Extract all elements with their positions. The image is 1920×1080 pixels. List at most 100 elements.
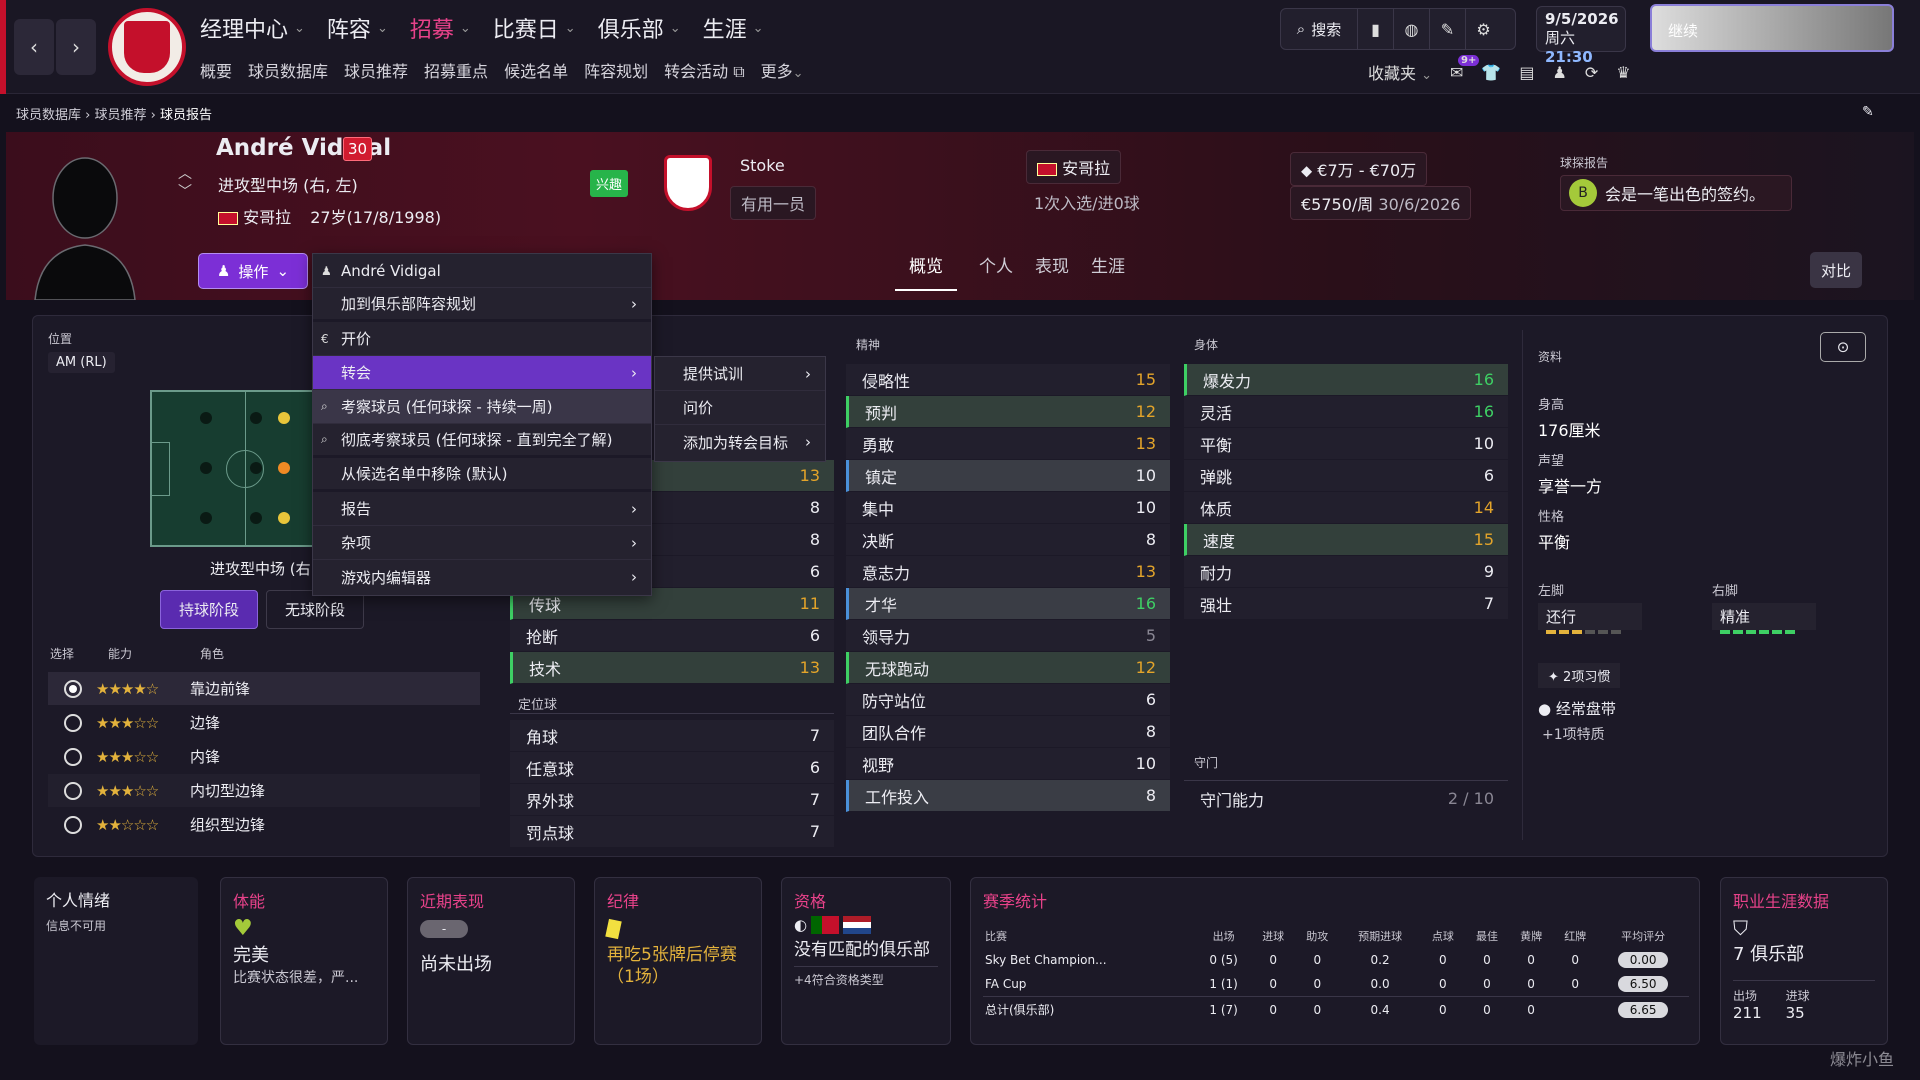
attribute-row[interactable]: 弹跳 6 [1184,460,1508,492]
table-row[interactable]: Sky Bet Champion... 0 (5) 0 0 0.2 0 0 0 0 0.00 [983,948,1689,972]
menu-item-editor[interactable]: 游戏内编辑器 › [313,560,651,594]
tab-overview[interactable]: 概览 [895,252,957,291]
gear-icon[interactable]: ⚙ [1465,8,1501,50]
attribute-row[interactable]: 灵活 16 [1184,396,1508,428]
favorites-dropdown[interactable]: 收藏夹 ⌄ [1368,60,1432,84]
submenu-overview[interactable]: 概要 [200,58,232,82]
table-row[interactable]: FA Cup 1 (1) 0 0 0.0 0 0 0 0 6.50 [983,972,1689,997]
mood-card[interactable]: 个人情绪 信息不可用 [34,877,198,1045]
form-card[interactable]: 近期表现 - 尚未出场 [407,877,575,1045]
edit-icon[interactable]: ✎ [1862,104,1874,120]
attribute-row[interactable]: 意志力 13 [846,556,1170,588]
menu-matchday[interactable]: 比赛日 ⌄ [493,10,576,46]
tab-career[interactable]: 生涯 [1091,252,1125,291]
radio-button[interactable] [64,747,82,766]
attribute-row[interactable]: 罚点球 7 [510,816,834,848]
role-row[interactable]: ★★★☆☆ 内锋 [48,740,480,773]
submenu-transfer-activity[interactable]: 转会活动 ⧉ [664,58,745,82]
menu-item-scout[interactable]: ⌕ 考察球员 (任何球探 - 持续一周) [313,390,651,424]
compare-button[interactable]: 对比 [1810,252,1862,288]
attribute-row[interactable]: 工作投入 8 [846,780,1170,812]
radio-button[interactable] [64,815,82,834]
career-card[interactable]: 职业生涯数据 ⛉ 7 俱乐部 出场 211 进球 35 [1720,877,1888,1045]
submenu-focus[interactable]: 招募重点 [424,58,488,82]
attribute-row[interactable]: 无球跑动 12 [846,652,1170,684]
attribute-row[interactable]: 抢断 6 [510,620,834,652]
inbox-icon[interactable]: ✉ 9+ [1450,54,1480,82]
habits-badge[interactable]: ✦ 2项习惯 [1538,663,1621,688]
eligibility-card[interactable]: 资格 ◐ 没有匹配的俱乐部 +4符合资格类型 [781,877,951,1045]
radio-button[interactable] [64,679,82,698]
role-row[interactable]: ★★★☆☆ 内切型边锋 [48,774,480,807]
menu-item-scout-full[interactable]: ⌕ 彻底考察球员 (任何球探 - 直到完全了解) [313,424,651,458]
radio-button[interactable] [64,781,82,800]
attribute-row[interactable]: 体质 14 [1184,492,1508,524]
more-traits[interactable]: +1项特质 [1542,724,1605,744]
menu-item-transfer[interactable]: 转会 › [313,356,651,390]
season-stats-card[interactable]: 赛季统计 比赛 出场 进球 助攻 预期进球 点球 最佳 黄牌 红牌 平均评分 Sky Bet Cha… [970,877,1700,1045]
actions-button[interactable]: ♟ 操作 ⌄ [198,253,308,289]
attribute-row[interactable]: 速度 15 [1184,524,1508,556]
menu-item-remove-shortlist[interactable]: 从候选名单中移除 (默认) [313,458,651,492]
menu-squad[interactable]: 阵容 ⌄ [327,10,388,46]
menu-item-misc[interactable]: 杂项 › [313,526,651,560]
pencil-icon[interactable]: ✎ [1429,8,1465,50]
submenu-squad-planner[interactable]: 阵容规划 [584,58,648,82]
stoke-crest-icon[interactable] [664,155,712,211]
globe-icon[interactable]: ◍ [1393,8,1429,50]
club-name[interactable]: Stoke [730,152,795,179]
table-row[interactable]: 总计(俱乐部) 1 (7) 0 0 0.4 0 0 0 6.65 [983,996,1689,1023]
player-nav-arrows[interactable]: ︿ ﹀ [178,165,192,201]
attribute-row[interactable]: 集中 10 [846,492,1170,524]
submenu-more[interactable]: 更多⌄ [761,58,804,82]
back-button[interactable]: ‹ [14,19,54,75]
attribute-row[interactable]: 耐力 9 [1184,556,1508,588]
attribute-row[interactable]: 团队合作 8 [846,716,1170,748]
attribute-row[interactable]: 勇敢 13 [846,428,1170,460]
submenu-offer-trial[interactable]: 提供试训 › [655,357,825,391]
shirt-icon[interactable]: 👕 [1481,63,1501,82]
profile-toggle-icon[interactable]: ⊙ [1820,332,1866,362]
phase-in-possession[interactable]: 持球阶段 [160,590,259,629]
bookmark-icon[interactable]: ▮ [1357,8,1393,50]
attribute-row[interactable]: 界外球 7 [510,784,834,816]
attribute-row[interactable]: 防守站位 6 [846,684,1170,716]
attribute-row[interactable]: 技术 13 [510,652,834,684]
search-button[interactable]: ⌕ 搜索 [1281,19,1357,40]
breadcrumb-item[interactable]: 球员推荐 [94,108,146,123]
role-row[interactable]: ★★☆☆☆ 组织型边锋 [48,808,480,841]
menu-career[interactable]: 生涯 ⌄ [703,10,764,46]
menu-item-squad-planner[interactable]: 加到俱乐部阵容规划 › [313,288,651,322]
scout-report[interactable]: B 会是一笔出色的签约。 [1560,175,1792,211]
attribute-row[interactable]: 领导力 5 [846,620,1170,652]
club-crest-icon[interactable] [108,8,186,86]
menu-item-make-offer[interactable]: € 开价 [313,322,651,356]
submenu-player-database[interactable]: 球员数据库 [248,58,328,82]
role-row[interactable]: ★★★☆☆ 边锋 [48,706,480,739]
menu-item-report[interactable]: 报告 › [313,492,651,526]
national-team[interactable]: 安哥拉 [1026,150,1122,184]
discipline-card[interactable]: 纪律 再吃5张牌后停赛（1场） [594,877,762,1045]
attribute-row[interactable]: 视野 10 [846,748,1170,780]
breadcrumb-item[interactable]: 球员数据库 [16,108,81,123]
fitness-card[interactable]: 体能 ♥ 完美 比赛状态很差，严... [220,877,388,1045]
role-row[interactable]: ★★★★☆ 靠边前锋 [48,672,480,705]
submenu-recommendations[interactable]: 球员推荐 [344,58,408,82]
radio-button[interactable] [64,713,82,732]
attribute-row[interactable]: 任意球 6 [510,752,834,784]
attribute-row[interactable]: 强壮 7 [1184,588,1508,620]
continue-button[interactable]: 继续 [1650,4,1894,52]
tab-personal[interactable]: 个人 [979,252,1013,291]
submenu-ask-price[interactable]: 问价 [655,391,825,425]
trophy-icon[interactable]: ♛ [1616,63,1630,82]
attribute-row[interactable]: 平衡 10 [1184,428,1508,460]
attribute-row[interactable]: 爆发力 16 [1184,364,1508,396]
attribute-row[interactable]: 侵略性 15 [846,364,1170,396]
forward-button[interactable]: › [56,19,96,75]
refresh-icon[interactable]: ⟳ [1585,63,1598,82]
attribute-row[interactable]: 预判 12 [846,396,1170,428]
menu-manager[interactable]: 经理中心 ⌄ [200,10,305,46]
menu-item-player[interactable]: ♟ André Vidigal [313,254,651,288]
staff-icon[interactable]: ♟ [1552,63,1566,82]
date-display[interactable]: 9/5/2026 周六 21:30 [1536,6,1626,66]
